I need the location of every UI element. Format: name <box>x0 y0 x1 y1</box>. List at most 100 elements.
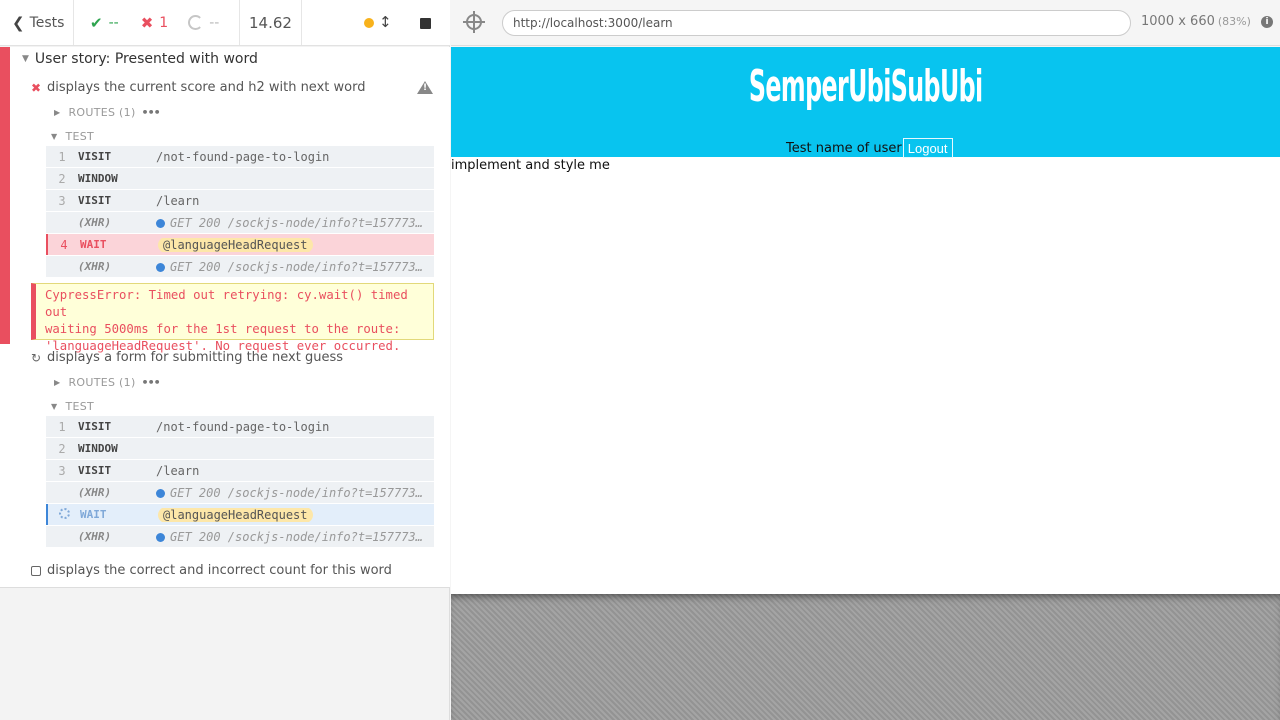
reporter-header: ❮ Tests ✔ -- ✖ 1 -- 14.62 ↕ <box>0 0 450 46</box>
warning-icon[interactable] <box>417 81 433 94</box>
routes-toggle-1[interactable]: ▶ ROUTES (1) ••• <box>54 106 161 119</box>
failed-count: 1 <box>159 14 169 31</box>
spinner-icon <box>58 507 70 519</box>
command-row-xhr[interactable]: (XHR) GET 200 /sockjs-node/info?t=157773… <box>46 256 434 277</box>
test-title-1[interactable]: ✖ displays the current score and h2 with… <box>31 80 365 95</box>
pending-stat: -- <box>188 15 219 31</box>
command-message: /learn <box>156 193 200 208</box>
pending-count: -- <box>209 14 220 31</box>
command-row[interactable]: 1 VISIT /not-found-page-to-login <box>46 146 434 167</box>
routes-toggle-2[interactable]: ▶ ROUTES (1) ••• <box>54 376 161 389</box>
test-title-2[interactable]: ↻ displays a form for submitting the nex… <box>31 350 343 365</box>
test-label: TEST <box>65 130 95 143</box>
command-message: /not-found-page-to-login <box>156 419 330 434</box>
aut-iframe: SemperUbiSubUbi Test name of user Logout… <box>451 47 1280 594</box>
command-number: 2 <box>58 441 66 456</box>
tests-button[interactable]: ❮ Tests <box>0 0 74 45</box>
refresh-icon: ↻ <box>31 350 42 365</box>
logout-button[interactable]: Logout <box>902 138 953 158</box>
command-row-xhr[interactable]: (XHR) GET 200 /sockjs-node/info?t=157773… <box>46 212 434 233</box>
command-number <box>48 507 80 522</box>
controls: ↕ <box>302 0 450 45</box>
command-row-pending[interactable]: WAIT @languageHeadRequest <box>46 504 434 525</box>
alias-badge: @languageHeadRequest <box>158 237 313 252</box>
reporter-panel: ❮ Tests ✔ -- ✖ 1 -- 14.62 ↕ ▼ User story… <box>0 0 450 720</box>
command-name: WINDOW <box>78 172 118 185</box>
test-toggle-2[interactable]: ▼ TEST <box>51 400 94 413</box>
test-title-text: displays the correct and incorrect count… <box>47 563 392 578</box>
command-number: 3 <box>58 193 66 208</box>
xhr-status-dot-icon <box>156 532 165 542</box>
routes-label: ROUTES (1) <box>68 106 136 119</box>
test-label: TEST <box>65 400 95 413</box>
command-name: VISIT <box>78 464 112 477</box>
command-message: GET 200 /sockjs-node/info?t=1577731... <box>156 486 424 500</box>
command-name: VISIT <box>78 420 112 433</box>
command-message: /not-found-page-to-login <box>156 149 330 164</box>
command-row[interactable]: 2 WINDOW <box>46 168 434 189</box>
logo-word: Sub <box>890 61 940 112</box>
viewport-scale: (83%) <box>1217 15 1251 28</box>
running-indicator-icon <box>364 18 374 28</box>
command-name: WAIT <box>80 238 107 251</box>
app-banner: SemperUbiSubUbi Test name of user Logout <box>451 47 1280 158</box>
command-name: VISIT <box>78 150 112 163</box>
queued-square-icon <box>31 565 41 576</box>
duration: 14.62 <box>240 0 302 45</box>
xhr-status-dot-icon <box>156 218 165 228</box>
failed-stat: ✖ 1 <box>141 14 169 32</box>
viewport-info: 1000 x 660 (83%) <box>1141 14 1251 29</box>
tests-label: Tests <box>29 14 65 31</box>
xhr-status-dot-icon <box>156 488 165 498</box>
suite-title[interactable]: ▼ User story: Presented with word <box>22 51 258 67</box>
user-bar: Test name of user Logout <box>786 138 953 158</box>
command-row[interactable]: 3 VISIT /learn <box>46 460 434 481</box>
caret-down-icon: ▼ <box>22 54 29 64</box>
xhr-text: GET 200 /sockjs-node/info?t=1577731... <box>170 529 424 544</box>
xhr-text: GET 200 /sockjs-node/info?t=1577731... <box>170 215 424 230</box>
caret-right-icon: ▶ <box>54 108 61 117</box>
passed-count: -- <box>108 14 119 31</box>
placeholder-text: implement and style me <box>451 158 610 173</box>
command-name: (XHR) <box>78 530 112 543</box>
app-logo[interactable]: SemperUbiSubUbi <box>451 61 1280 112</box>
command-name: WAIT <box>80 508 107 521</box>
command-row-xhr[interactable]: (XHR) GET 200 /sockjs-node/info?t=157773… <box>46 482 434 503</box>
circle-notch-icon <box>188 15 204 30</box>
xhr-text: GET 200 /sockjs-node/info?t=1577731... <box>170 259 424 274</box>
command-number: 1 <box>58 149 66 164</box>
failed-state-bar <box>0 47 10 344</box>
command-row[interactable]: 1 VISIT /not-found-page-to-login <box>46 416 434 437</box>
suite-title-text: User story: Presented with word <box>34 51 258 67</box>
x-icon: ✖ <box>140 13 154 32</box>
selector-playground-icon[interactable] <box>463 11 485 33</box>
command-name: (XHR) <box>78 260 112 273</box>
command-row-xhr[interactable]: (XHR) GET 200 /sockjs-node/info?t=157773… <box>46 526 434 547</box>
command-message: @languageHeadRequest <box>158 237 426 252</box>
passed-stat: ✔ -- <box>90 14 119 32</box>
caret-down-icon: ▼ <box>51 402 58 411</box>
command-row[interactable]: 2 WINDOW <box>46 438 434 459</box>
error-message[interactable]: CypressError: Timed out retrying: cy.wai… <box>31 283 434 353</box>
command-number: 4 <box>60 237 68 252</box>
info-icon[interactable]: i <box>1261 16 1273 28</box>
test-title-3[interactable]: displays the correct and incorrect count… <box>31 563 392 578</box>
command-row-failed[interactable]: 4 WAIT @languageHeadRequest <box>46 234 434 255</box>
command-name: (XHR) <box>78 216 112 229</box>
test-toggle-1[interactable]: ▼ TEST <box>51 130 94 143</box>
url-bar[interactable]: http://localhost:3000/learn <box>502 10 1131 36</box>
logo-word: Semper <box>748 61 849 112</box>
stop-icon[interactable] <box>420 18 431 29</box>
command-message: /learn <box>156 463 200 478</box>
viewport-size: 1000 x 660 <box>1141 14 1215 29</box>
command-number: 1 <box>58 419 66 434</box>
auto-scroll-icon[interactable]: ↕ <box>379 13 392 31</box>
aut-header: http://localhost:3000/learn 1000 x 660 (8… <box>451 0 1280 46</box>
ellipsis-icon: ••• <box>141 376 161 389</box>
command-name: (XHR) <box>78 486 112 499</box>
stats-bar: ✔ -- ✖ 1 -- <box>74 0 240 45</box>
error-line: CypressError: Timed out retrying: cy.wai… <box>45 288 408 319</box>
chevron-left-icon: ❮ <box>12 13 25 32</box>
command-row[interactable]: 3 VISIT /learn <box>46 190 434 211</box>
x-icon: ✖ <box>31 80 42 95</box>
